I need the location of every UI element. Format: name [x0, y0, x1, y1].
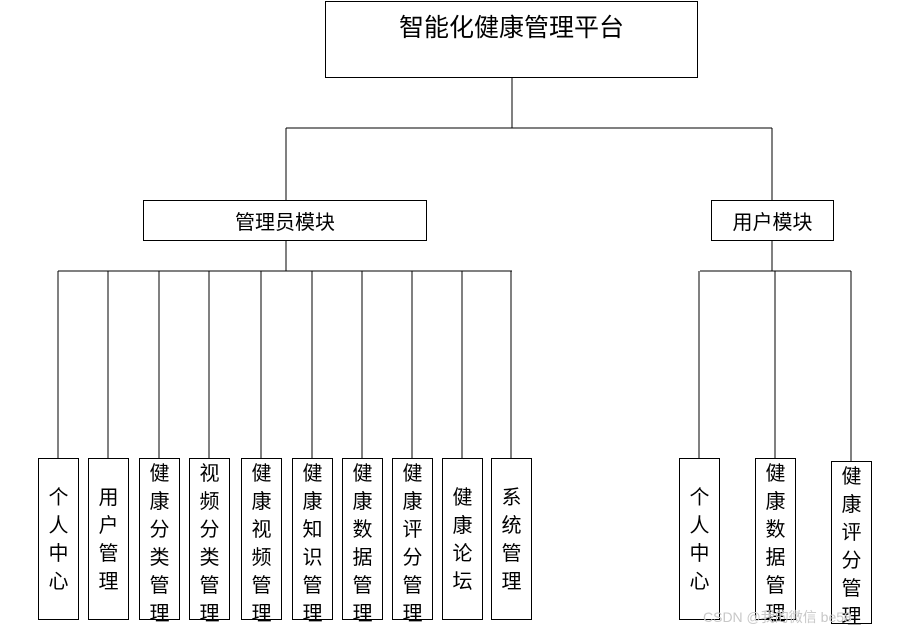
admin-submodule-node: 系统管理	[491, 458, 532, 620]
module-structure-diagram: 智能化健康管理平台 管理员模块 用户模块 个人中心 用户管理 健康分类管理 视频分类管…	[0, 0, 907, 633]
admin-submodule-label: 视频分类管理	[199, 461, 220, 625]
admin-submodule-label: 个人中心	[48, 485, 69, 593]
user-submodule-label: 健康数据管理	[765, 461, 786, 625]
admin-submodule-label: 系统管理	[501, 485, 522, 593]
admin-submodule-node: 个人中心	[38, 458, 79, 620]
admin-submodule-node: 健康分类管理	[139, 458, 180, 625]
admin-submodule-node: 健康视频管理	[241, 458, 282, 625]
admin-module-node: 管理员模块	[143, 200, 427, 241]
admin-submodule-label: 用户管理	[98, 485, 119, 593]
admin-submodule-label: 健康数据管理	[352, 461, 373, 625]
admin-submodule-label: 健康评分管理	[402, 461, 423, 625]
admin-submodule-label: 健康知识管理	[302, 461, 323, 625]
user-module-node: 用户模块	[711, 200, 834, 241]
admin-submodule-label: 健康论坛	[452, 485, 473, 593]
user-submodule-node: 健康评分管理	[831, 461, 872, 628]
user-submodule-label: 个人中心	[689, 485, 710, 593]
admin-submodule-node: 用户管理	[88, 458, 129, 620]
watermark: CSDN @我的微信 be58	[703, 609, 852, 625]
admin-submodule-label: 健康视频管理	[251, 461, 272, 625]
admin-submodule-label: 健康分类管理	[149, 461, 170, 625]
root-node: 智能化健康管理平台	[325, 1, 698, 78]
admin-submodule-node: 视频分类管理	[189, 458, 230, 625]
user-submodule-node: 个人中心	[679, 458, 720, 620]
admin-submodule-node: 健康数据管理	[342, 458, 383, 625]
admin-submodule-node: 健康知识管理	[292, 458, 333, 625]
admin-submodule-node: 健康评分管理	[392, 458, 433, 625]
admin-submodule-node: 健康论坛	[442, 458, 483, 620]
user-submodule-node: 健康数据管理	[755, 458, 796, 625]
user-submodule-label: 健康评分管理	[841, 464, 862, 628]
root-title: 智能化健康管理平台	[398, 13, 624, 42]
